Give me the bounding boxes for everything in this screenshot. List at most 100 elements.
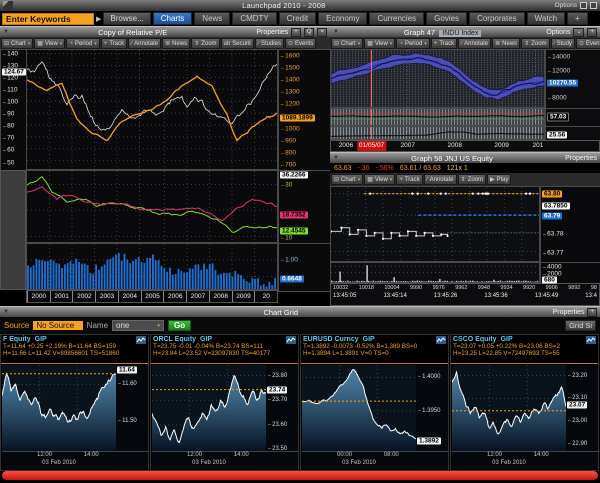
name-dropdown[interactable]: one ▾ xyxy=(112,320,164,331)
mini-plot[interactable]: 23.8023.7023.6023.5023.74 xyxy=(152,365,298,453)
axis-label: 1.3950 xyxy=(418,408,441,414)
tab-cmdty[interactable]: CMDTY xyxy=(232,12,276,25)
period-button[interactable]: ◔Period▾ xyxy=(66,38,99,49)
chart-icon: ⊟ xyxy=(4,40,9,47)
events-button[interactable]: ⊙Events xyxy=(285,38,316,49)
pe-panel-titlebar[interactable]: ▼ Copy of Relative P/E Properties + Q × xyxy=(0,26,330,37)
tab-currencies[interactable]: Currencies xyxy=(369,12,424,25)
view-button[interactable]: ▦View▾ xyxy=(364,174,395,185)
pe-main-chart[interactable] xyxy=(26,49,278,170)
zoom-button[interactable]: ⇕Zoom xyxy=(458,174,486,185)
grid-settings-button[interactable]: Grid Si xyxy=(565,320,596,331)
chart-button[interactable]: ⊟Chart▾ xyxy=(331,174,363,185)
play-button[interactable]: ▶Play xyxy=(487,174,511,185)
tab-corporates[interactable]: Corporates xyxy=(469,12,525,25)
browse-button[interactable]: Browse... xyxy=(103,12,150,25)
tab-govies[interactable]: Govies xyxy=(426,12,467,25)
window-options-button[interactable]: Options xyxy=(555,2,577,9)
g58-volume-chart[interactable] xyxy=(330,262,540,283)
study-button[interactable]: ∕Study xyxy=(551,38,575,49)
zoom-button[interactable]: ⇕Zoom xyxy=(521,38,549,49)
studies-icon: ∕ xyxy=(258,41,259,47)
annotate-icon: ∕ xyxy=(131,41,132,47)
pe-indicator-chart[interactable] xyxy=(26,170,278,243)
year-label: 2005 xyxy=(141,291,164,302)
expand-arrow-icon[interactable]: ▶ xyxy=(96,15,101,23)
annotate-button[interactable]: ∕Annotate xyxy=(128,38,161,49)
axis-label: 80 xyxy=(3,123,14,130)
tab-news[interactable]: News xyxy=(194,12,230,25)
source-dropdown[interactable]: No Source ▾ xyxy=(33,321,82,330)
track-button[interactable]: +Track xyxy=(101,38,127,49)
studies-button[interactable]: ∕Studies xyxy=(255,38,284,49)
pe-properties-button[interactable]: Properties xyxy=(256,29,288,36)
g47-sub-chart-3[interactable] xyxy=(330,126,545,140)
panel-menu-icon[interactable]: ▼ xyxy=(333,155,339,161)
mini-axis: 1.40001.39501.3892 xyxy=(416,365,448,453)
pe-volume-chart[interactable] xyxy=(26,243,278,290)
close-icon[interactable] xyxy=(590,2,597,9)
chevron-down-icon: ▾ xyxy=(158,323,161,329)
news-button[interactable]: ≣News xyxy=(492,38,520,49)
axis-label: 1600 xyxy=(281,53,300,60)
go-button[interactable]: Go xyxy=(168,320,191,331)
axis-label: 1.00 xyxy=(281,257,298,264)
mini-chart-icon[interactable] xyxy=(136,336,146,346)
mini-ticker: F Equity xyxy=(3,336,31,343)
period-button[interactable]: ◔Period▾ xyxy=(396,38,429,49)
mini-plot[interactable]: 23.2023.1023.0022.9023.07 xyxy=(452,365,598,453)
annotate-button[interactable]: ∕Annotate xyxy=(458,38,491,49)
g47-panel-titlebar[interactable]: ▼ Graph 47 INDU Index Options ⌄ + xyxy=(330,26,600,37)
chart-button[interactable]: ⊟Chart▾ xyxy=(331,38,363,49)
events-icon: ⊙ xyxy=(579,40,584,47)
chartgrid-add-button[interactable]: + xyxy=(587,308,597,317)
mini-chart-icon[interactable] xyxy=(286,336,296,346)
panel-menu-icon[interactable]: ▼ xyxy=(333,29,339,35)
track-icon: + xyxy=(104,41,108,47)
pe-search-button[interactable]: Q xyxy=(304,28,315,37)
mini-chart-icon[interactable] xyxy=(436,336,446,346)
pe-add-button[interactable]: + xyxy=(291,28,301,37)
tab-credit[interactable]: Credit xyxy=(279,12,316,25)
g47-collapse-button[interactable]: ⌄ xyxy=(573,28,584,37)
chartgrid-titlebar[interactable]: ▼ Chart Grid Properties + xyxy=(0,306,600,317)
time-label: 13:4 xyxy=(585,293,597,299)
securit-button[interactable]: abSecurit xyxy=(221,38,254,49)
zoom-button[interactable]: ⇕Zoom xyxy=(191,38,219,49)
track-button[interactable]: +Track xyxy=(431,38,457,49)
tab-watch[interactable]: Watch xyxy=(527,12,565,25)
panel-menu-icon[interactable]: ▼ xyxy=(3,309,9,315)
tab-economy[interactable]: Economy xyxy=(318,12,367,25)
mini-plot[interactable]: 1.40001.39501.3892 xyxy=(302,365,448,453)
minimize-icon[interactable] xyxy=(580,2,587,9)
events-button[interactable]: ⊙Events xyxy=(576,38,600,49)
bid-ask: 63.61 / 63.63 xyxy=(400,165,441,172)
g47-main-chart[interactable] xyxy=(330,49,545,108)
pe-close-button[interactable]: × xyxy=(317,28,327,37)
g58-tick-chart[interactable] xyxy=(330,186,540,262)
panel-menu-icon[interactable]: ▼ xyxy=(3,29,9,35)
mini-plot[interactable]: 11.6011.5011.64 xyxy=(2,365,148,453)
g58-panel-titlebar[interactable]: ▼ Graph 58 JNJ US Equity Properties xyxy=(330,152,600,163)
g47-panel-title: Graph 47 xyxy=(404,28,435,37)
g47-add-button[interactable]: + xyxy=(587,28,597,37)
play-label: Play xyxy=(497,177,509,183)
chartgrid-properties-button[interactable]: Properties xyxy=(553,309,585,316)
annotate-button[interactable]: ∕Annotate xyxy=(424,174,457,185)
news-button[interactable]: ≣News xyxy=(162,38,190,49)
mini-chart-icon[interactable] xyxy=(586,336,596,346)
keyword-input[interactable] xyxy=(2,13,94,25)
tick-count-label: 9976 xyxy=(433,285,445,291)
chart-button[interactable]: ⊟Chart▾ xyxy=(1,38,33,49)
view-button[interactable]: ▦View▾ xyxy=(364,38,395,49)
track-button[interactable]: +Track xyxy=(396,174,422,185)
g47-options-button[interactable]: Options xyxy=(546,29,570,36)
g47-security-tag[interactable]: INDU Index xyxy=(439,30,481,37)
view-button[interactable]: ▦View▾ xyxy=(34,38,65,49)
tab-charts[interactable]: Charts xyxy=(153,12,193,25)
window-titlebar[interactable]: Launchpad 2010 - 2008 Options xyxy=(0,0,600,11)
tab-item[interactable]: + xyxy=(567,12,588,25)
pe-right-axis: 1600150014001300120010009008007001089.18… xyxy=(278,49,332,172)
g47-sub-chart-2[interactable] xyxy=(330,108,545,126)
g58-properties-button[interactable]: Properties xyxy=(565,155,597,162)
